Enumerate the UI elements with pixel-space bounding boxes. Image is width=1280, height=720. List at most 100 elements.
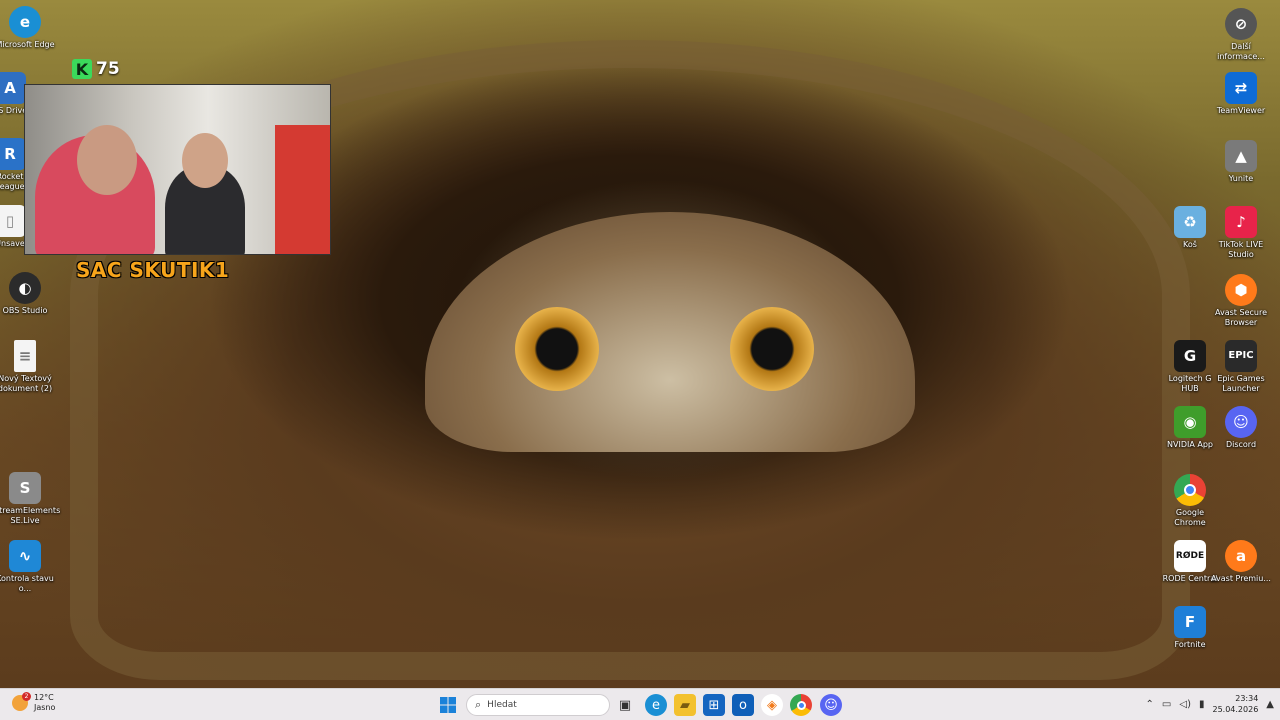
desktop-icon-label: Yunite — [1228, 174, 1254, 183]
owl-right-eye — [730, 307, 814, 391]
chrome-icon — [1174, 474, 1206, 506]
desktop-icon-label: Další informace... — [1217, 42, 1265, 61]
teamviewer-icon: ⇄ — [1225, 72, 1257, 104]
desktop-icon-label: Fortnite — [1174, 640, 1206, 649]
desktop-icon-label: Nový Textový dokument (2) — [0, 374, 53, 393]
search-icon: ⌕ — [475, 698, 482, 711]
desktop-icon-text-document[interactable]: ≡ Nový Textový dokument (2) — [0, 340, 56, 394]
task-view-button[interactable]: ▣ — [614, 694, 636, 716]
taskbar-avast-button[interactable]: ◈ — [761, 694, 783, 716]
webcam-background-shelf — [275, 125, 330, 254]
desktop-icon-fortnite[interactable]: F Fortnite — [1159, 606, 1221, 650]
desktop-icon-yunite[interactable]: ▲ Yunite — [1210, 140, 1272, 184]
clock[interactable]: 23:34 25.04.2026 — [1212, 693, 1258, 715]
desktop-icon-epic-games[interactable]: EPIC Epic Games Launcher — [1210, 340, 1272, 394]
desktop-icon-label: StreamElements SE.Live — [0, 506, 61, 525]
taskbar-discord-button[interactable]: ☺ — [820, 694, 842, 716]
desktop-icon-label: Epic Games Launcher — [1217, 374, 1265, 393]
streamer-name: SAC SKUTIK1 — [76, 258, 230, 282]
avast-browser-icon: ◈ — [767, 697, 777, 713]
weather-temperature: 12°C — [34, 693, 54, 702]
kick-logo-icon: K — [72, 59, 92, 79]
desktop-icon-avast-browser[interactable]: ⬢ Avast Secure Browser — [1210, 274, 1272, 328]
weather-notification-badge: 2 — [22, 692, 31, 701]
desktop-icon-label: NVIDIA App — [1167, 440, 1213, 449]
chevron-up-icon[interactable]: ⌃ — [1146, 699, 1154, 710]
desktop-icon-avast-premium[interactable]: a Avast Premiu... — [1210, 540, 1272, 584]
edge-icon: e — [9, 6, 41, 38]
owl-left-eye — [515, 307, 599, 391]
desktop-icon-label: Discord — [1225, 440, 1257, 449]
obs-icon: ◐ — [9, 272, 41, 304]
desktop-icon-label: Microsoft Edge — [0, 40, 55, 49]
network-icon[interactable]: ▭ — [1162, 699, 1171, 710]
chrome-icon — [796, 700, 806, 710]
desktop-icon-teamviewer[interactable]: ⇄ TeamViewer — [1210, 72, 1272, 116]
info-icon: ⊘ — [1225, 8, 1257, 40]
discord-icon: ☺ — [824, 697, 838, 713]
taskbar-store-button[interactable]: ⊞ — [703, 694, 725, 716]
desktop-icon-obs[interactable]: ◐ OBS Studio — [0, 272, 56, 316]
desktop-icon-more-info[interactable]: ⊘ Další informace... — [1210, 8, 1272, 62]
store-icon: ⊞ — [708, 697, 720, 713]
outlook-icon: o — [739, 697, 747, 713]
desktop-icon-chrome[interactable]: Google Chrome — [1159, 474, 1221, 528]
desktop-icon-streamelements[interactable]: S StreamElements SE.Live — [0, 472, 60, 526]
weather-sun-icon: 2 — [12, 692, 31, 711]
text-file-icon: ≡ — [14, 340, 36, 372]
notification-bell-icon[interactable]: ▲ — [1266, 699, 1274, 710]
desktop-icon-tiktok-live[interactable]: ♪ TikTok LIVE Studio — [1210, 206, 1272, 260]
clock-time: 23:34 — [1235, 694, 1259, 703]
nvidia-icon: ◉ — [1174, 406, 1206, 438]
drive-icon: A — [0, 72, 26, 104]
webcam-person-left-head — [77, 125, 137, 195]
desktop-icon-label: TikTok LIVE Studio — [1218, 240, 1264, 259]
folder-icon: ▰ — [680, 697, 690, 713]
battery-icon[interactable]: ▮ — [1199, 699, 1205, 710]
system-tray: ⌃ ▭ ◁) ▮ 23:34 25.04.2026 ▲ — [1146, 693, 1274, 715]
pc-health-icon: ∿ — [9, 540, 41, 572]
desktop-icon-discord[interactable]: ☺ Discord — [1210, 406, 1272, 450]
desktop-icon-label: OBS Studio — [2, 306, 48, 315]
rocket-league-icon: R — [0, 138, 26, 170]
logitech-icon: G — [1174, 340, 1206, 372]
tiktok-icon: ♪ — [1225, 206, 1257, 238]
webcam-overlay — [24, 84, 331, 255]
desktop-icon-label: Kontrola stavu o... — [0, 574, 54, 593]
taskbar-file-explorer-button[interactable]: ▰ — [674, 694, 696, 716]
weather-widget[interactable]: 2 12°C Jasno — [12, 692, 56, 713]
windows-icon — [440, 697, 456, 713]
taskbar-outlook-button[interactable]: o — [732, 694, 754, 716]
taskbar-edge-button[interactable]: e — [645, 694, 667, 716]
taskbar: 2 12°C Jasno ⌕ Hledat ▣ e ▰ ⊞ o ◈ ☺ ⌃ ▭ … — [0, 688, 1280, 720]
start-button[interactable] — [437, 694, 459, 716]
search-placeholder: Hledat — [487, 700, 517, 710]
webcam-person-right-head — [182, 133, 228, 188]
task-view-icon: ▣ — [618, 697, 632, 713]
discord-icon: ☺ — [1225, 406, 1257, 438]
desktop-icon-edge[interactable]: e Microsoft Edge — [0, 6, 56, 50]
desktop-icon-label: Avast Secure Browser — [1215, 308, 1267, 327]
desktop-icon-label: Unsave — [0, 239, 25, 248]
viewer-count: 75 — [96, 59, 120, 79]
taskbar-search-box[interactable]: ⌕ Hledat — [466, 694, 610, 716]
recycle-bin-icon: ♻ — [1174, 206, 1206, 238]
volume-icon[interactable]: ◁) — [1179, 699, 1191, 710]
avast-browser-icon: ⬢ — [1225, 274, 1257, 306]
desktop-icon-label: Logitech G HUB — [1168, 374, 1212, 393]
yunite-icon: ▲ — [1225, 140, 1257, 172]
taskbar-chrome-button[interactable] — [790, 694, 812, 716]
desktop-icon-label: TeamViewer — [1216, 106, 1266, 115]
desktop-icon-label: Avast Premiu... — [1211, 574, 1271, 583]
clock-date: 25.04.2026 — [1212, 705, 1259, 714]
weather-description: Jasno — [34, 703, 56, 712]
desktop-icon-pc-health[interactable]: ∿ Kontrola stavu o... — [0, 540, 56, 594]
file-icon: ▯ — [0, 205, 26, 237]
desktop-icon-label: Rocket League — [0, 172, 25, 191]
fortnite-icon: F — [1174, 606, 1206, 638]
wallpaper-owl — [425, 212, 915, 452]
edge-icon: e — [652, 697, 660, 713]
desktop-icon-label: Google Chrome — [1174, 508, 1206, 527]
kick-viewer-badge: K 75 — [72, 58, 122, 80]
rode-icon: RØDE — [1174, 540, 1206, 572]
